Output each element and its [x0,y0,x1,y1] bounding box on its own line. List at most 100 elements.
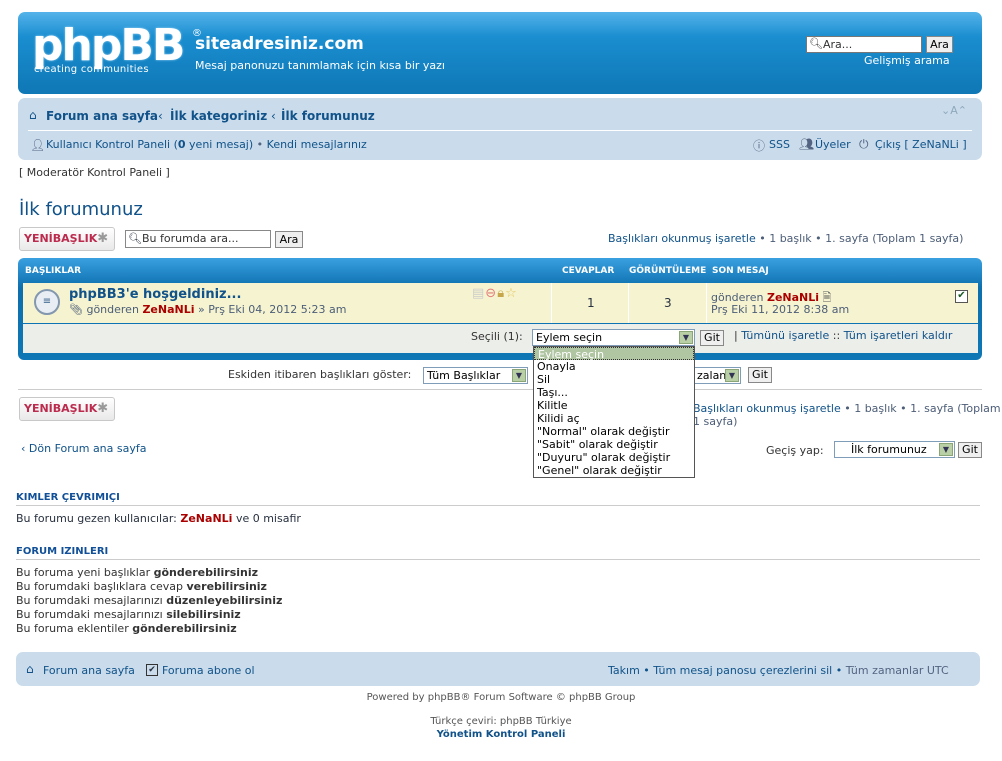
topic-unread-icon: ≡ [34,289,60,315]
moderation-action-select[interactable]: Eylem seçin ▼ [532,329,695,346]
header-topics: BAŞLIKLAR [25,266,81,276]
team-link[interactable]: Takım [608,664,640,677]
jump-to-select[interactable]: İlk forumunuz ▼ [834,441,955,458]
breadcrumb-category[interactable]: İlk kategoriniz [170,109,267,123]
navbar-divider [28,130,972,131]
breadcrumb-forum[interactable]: İlk forumunuz [281,109,375,123]
display-days-select[interactable]: Tüm Başlıklar ▼ [423,367,528,384]
pagination-bottom: Başlıkları okunmuş işaretle • 1 başlık •… [693,402,1001,428]
translation-credit: Türkçe çeviri: phpBB Türkiye [430,716,572,727]
pagination-top: Başlıkları okunmuş işaretle • 1 başlık •… [608,232,964,245]
site-header: phpBB ® creating communities siteadresin… [18,12,982,94]
user-control-panel-link[interactable]: Kullanıcı Kontrol Paneli (0 yeni mesaj) … [46,138,367,151]
topic-title-link[interactable]: phpBB3'e hoşgeldiniz... [69,287,241,302]
topic-select-checkbox[interactable]: ✔ [955,290,968,303]
new-topic-button[interactable]: YENİBAŞLIK✱ [19,227,115,251]
phpbb-logo[interactable]: phpBB [32,24,185,68]
jump-to-label: Geçiş yap: [766,444,824,457]
members-link[interactable]: Üyeler [815,138,851,151]
unmark-all-link[interactable]: Tüm işaretleri kaldır [844,329,953,342]
permissions-heading: FORUM IZINLERI [16,546,109,557]
font-size-control[interactable]: ⌄A⌃ [941,104,967,117]
back-to-index-link[interactable]: ‹ Dön Forum ana sayfa [21,442,147,455]
subscribe-forum-link[interactable]: Foruma abone ol [162,664,255,677]
faq-icon: ⓘ [753,139,766,153]
online-heading: KIMLER ÇEVRIMIÇI [16,492,120,503]
action-go-button[interactable]: Git [700,330,724,346]
user-panel-icon: 👤︎ [30,138,46,152]
logout-link[interactable]: Çıkış [ ZeNaNLi ] [875,138,967,151]
header-last-post: SON MESAJ [712,266,769,276]
permission-item: Bu forumdaki mesajlarınızı düzenleyebili… [16,594,283,607]
lock-icon: 🔒︎ [497,286,506,301]
home-icon: ⌂ [26,662,34,676]
dropdown-option[interactable]: "Genel" olarak değiştir [534,464,694,477]
sort-direction-select[interactable]: zalan ▼ [693,367,741,384]
permission-item: Bu foruma eklentiler gönderebilirsiniz [16,622,237,635]
chevron-left-icon: ‹ [21,442,26,455]
dropdown-option[interactable]: Kilidi aç [534,412,694,425]
faq-link[interactable]: SSS [769,138,790,151]
forum-search-input[interactable]: Bu forumda ara... [125,230,271,248]
selected-count-label: Seçili (1): [471,330,523,343]
star-icon: ☆ [505,286,518,301]
breadcrumb-separator: ‹ [271,109,276,123]
dropdown-option[interactable]: "Duyuru" olarak değiştir [534,451,694,464]
ucp-label[interactable]: Kullanıcı Kontrol Paneli [46,138,170,151]
footer-home-link[interactable]: Forum ana sayfa [43,664,135,677]
topic-status-icons: ▤⊖🔒︎☆ [472,286,518,301]
delete-cookies-link[interactable]: Tüm mesaj panosu çerezlerini sil [653,664,832,677]
permission-item: Bu foruma yeni başlıklar gönderebilirsin… [16,566,259,579]
topic-replies: 1 [587,296,595,310]
mark-all-link[interactable]: Tümünü işaretle [741,329,829,342]
attachment-icon: 📎︎ [69,303,83,316]
chevron-down-icon: ▼ [679,331,693,344]
breadcrumb-home[interactable]: Forum ana sayfa [46,109,158,123]
ucp-unread-count: 0 [177,138,186,151]
logout-icon: ⏻ [859,137,869,151]
dropdown-option[interactable]: "Normal" olarak değiştir [534,425,694,438]
search-icon: 🔍︎ [809,37,823,50]
admin-control-panel-link[interactable]: Yönetim Kontrol Paneli [0,729,1002,740]
last-post-date: Prş Eki 11, 2012 8:38 am [711,303,850,316]
permission-item: Bu forumdaki mesajlarınızı silebilirsini… [16,608,241,621]
site-title: siteadresiniz.com [195,34,364,54]
online-user-link[interactable]: ZeNaNLi [180,512,232,525]
own-posts-link[interactable]: Kendi mesajlarınız [267,138,367,151]
dropdown-option[interactable]: Kilitle [534,399,694,412]
chevron-down-icon: ▼ [725,369,739,382]
advanced-search-link[interactable]: Gelişmiş arama [864,54,950,67]
mark-topics-read-link[interactable]: Başlıkları okunmuş işaretle [608,232,756,245]
timezone-text: Tüm zamanlar UTC [845,664,949,677]
home-icon: ⌂ [29,108,37,122]
dropdown-option[interactable]: Taşı... [534,386,694,399]
members-icon: 👥︎ [799,137,815,151]
moderation-action-dropdown: Eylem seçin Onayla Sil Taşı... Kilitle K… [533,346,695,478]
header-views: GÖRÜNTÜLEME [629,266,707,276]
dropdown-option[interactable]: "Sabit" olarak değiştir [534,438,694,451]
forum-search-button[interactable]: Ara [275,231,303,248]
topic-author-link[interactable]: ZeNaNLi [142,303,194,316]
logo-tagline: creating communities [34,64,149,75]
display-go-button[interactable]: Git [748,367,772,383]
forum-title[interactable]: İlk forumunuz [19,199,143,220]
site-description: Mesaj panonuzu tanımlamak için kısa bir … [195,59,445,72]
dropdown-option[interactable]: Sil [534,373,694,386]
jump-go-button[interactable]: Git [958,442,982,458]
new-topic-button-bottom[interactable]: YENİBAŞLIK✱ [19,397,115,421]
unapproved-icon: ⊖ [485,286,498,301]
search-button[interactable]: Ara [926,36,953,53]
moderator-control-panel-link[interactable]: [ Moderatör Kontrol Paneli ] [19,166,170,179]
topic-views: 3 [664,296,672,310]
powered-by: Powered by phpBB® Forum Software © phpBB… [366,692,636,703]
topic-meta: 📎︎ gönderen ZeNaNLi » Prş Eki 04, 2012 5… [69,303,347,316]
chevron-down-icon: ▼ [512,369,526,382]
online-users-text: Bu forumu gezen kullanıcılar: ZeNaNLi ve… [16,512,301,525]
search-input[interactable]: Ara... [806,36,922,53]
permission-item: Bu forumdaki başlıklara cevap verebilirs… [16,580,267,593]
dropdown-option[interactable]: Eylem seçin [534,347,694,361]
mark-topics-read-link[interactable]: Başlıkları okunmuş işaretle [693,402,841,415]
display-filter-label: Eskiden itibaren başlıkları göster: [228,368,412,381]
ucp-unread-suffix: yeni mesaj [189,138,249,151]
dropdown-option[interactable]: Onayla [534,360,694,373]
